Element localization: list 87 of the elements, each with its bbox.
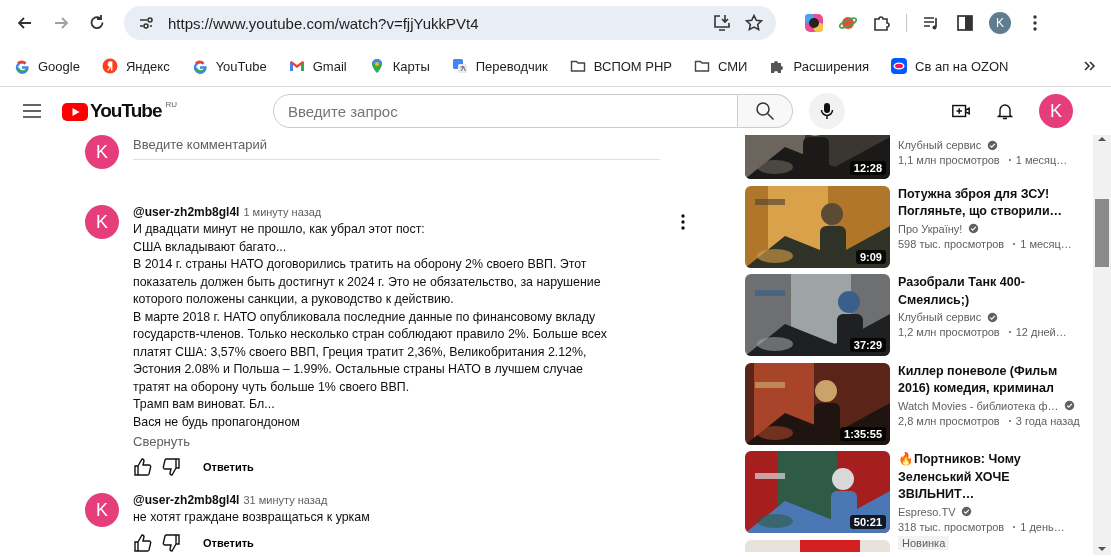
comment-text: не хотят граждане возвращаться к уркам (133, 509, 371, 526)
video-title[interactable]: Потужна зброя для ЗСУ! Погляньте, що створили… (898, 185, 1080, 221)
folder-icon (694, 58, 711, 74)
channel-name[interactable]: Клубный сервис (898, 311, 982, 323)
upload-age: 3 года назад (1015, 414, 1080, 427)
bookmark[interactable]: Переводчик (451, 56, 548, 76)
bookmark-label: Карты (392, 58, 430, 74)
color-wheel-icon[interactable] (804, 13, 824, 33)
bell-icon[interactable] (995, 101, 1015, 121)
upload-age: 12 дней… (1015, 326, 1067, 338)
channel-name[interactable]: Клубный сервис (898, 139, 982, 151)
bookmark-label: Яндекс (125, 58, 170, 74)
search-button[interactable] (738, 94, 793, 128)
bookmark-label: Переводчик (475, 58, 548, 74)
google-icon (191, 58, 208, 74)
bookmark[interactable]: Gmail (288, 56, 347, 76)
bookmark-label: Gmail (312, 58, 347, 74)
dislike-icon[interactable] (161, 457, 181, 477)
bookmark-label: ВСПОМ PHP (593, 58, 673, 74)
translate-icon (451, 58, 468, 74)
reply-button[interactable]: Ответить (203, 534, 254, 551)
address-bar[interactable]: https://www.youtube.com/watch?v=fjjYukkPVt4 (124, 6, 776, 40)
bookmark-label: Св ап на OZON (915, 58, 1009, 74)
video-duration: 50:21 (849, 515, 886, 529)
side-panel-icon[interactable] (955, 13, 975, 33)
search-field[interactable]: Введите запрос (273, 94, 738, 128)
comment-author[interactable]: @user-zh2mb8gl4l (133, 205, 240, 219)
view-count: 1,2 млн просмотров (898, 326, 1000, 338)
like-icon[interactable] (133, 457, 153, 477)
bookmark-label: СМИ (718, 58, 748, 74)
view-count: 2,8 млн просмотров (898, 414, 1000, 427)
bookmark[interactable]: Google (14, 56, 80, 76)
video-title[interactable]: Разобрали Танк 400-Смеялись;) (898, 274, 1080, 309)
bookmark[interactable]: ВСПОМ PHP (569, 56, 673, 76)
chevron-icon[interactable] (1083, 59, 1097, 73)
account-avatar[interactable]: K (1039, 94, 1073, 128)
extensions-icon[interactable] (872, 13, 892, 33)
bookmark-label: Google (38, 58, 80, 74)
bookmark-label: YouTube (215, 58, 267, 74)
channel-name[interactable]: Про Україну! (898, 222, 963, 235)
yandex-icon (101, 58, 118, 74)
view-count: 1,1 млн просмотров (898, 154, 1000, 166)
region-label: RU (165, 100, 177, 109)
view-count: 318 тыс. просмотров (898, 520, 1005, 533)
new-badge: Новинка (898, 535, 950, 550)
video-title[interactable]: Киллер поневоле (Фильм 2016) комедия, криминал (898, 362, 1080, 398)
user-avatar: K (85, 135, 119, 169)
user-avatar[interactable]: K (85, 493, 119, 527)
folder-icon (569, 58, 586, 74)
microphone-icon[interactable] (818, 102, 836, 120)
view-count: 598 тыс. просмотров (898, 237, 1005, 250)
collapse-link[interactable]: Свернуть (133, 434, 190, 449)
comment-time[interactable]: 31 минуту назад (243, 494, 328, 506)
puzzle-icon (769, 58, 786, 74)
google-icon (14, 58, 30, 74)
play-logo-icon (62, 103, 88, 121)
bookmark[interactable]: Св ап на OZON (891, 56, 1009, 76)
user-avatar[interactable]: K (85, 205, 119, 239)
video-duration: 37:29 (849, 338, 886, 352)
menu-icon[interactable] (22, 103, 42, 119)
bookmark[interactable]: Карты (368, 56, 430, 76)
reply-button[interactable]: Ответить (203, 459, 254, 475)
comment-author[interactable]: @user-zh2mb8gl4l (133, 493, 240, 507)
logo-text[interactable]: YouTube (90, 100, 162, 122)
bookmark[interactable]: Расширения (769, 56, 870, 76)
upload-age: 1 месяц… (1015, 154, 1068, 166)
comment-time[interactable]: 1 минуту назад (243, 206, 322, 218)
upload-age: 1 месяц… (1020, 237, 1072, 250)
bookmark[interactable]: YouTube (191, 56, 267, 76)
dislike-icon[interactable] (161, 532, 181, 553)
install-app-icon[interactable] (712, 13, 732, 33)
bookmark[interactable]: СМИ (694, 56, 748, 76)
profile-avatar[interactable]: K (989, 12, 1011, 34)
video-duration: 12:28 (849, 161, 886, 175)
bookmark[interactable]: Яндекс (101, 56, 170, 76)
ozon-icon (891, 58, 908, 74)
like-icon[interactable] (133, 532, 153, 553)
microphone-button[interactable] (809, 93, 845, 129)
bookmark-label: Расширения (793, 58, 870, 74)
gmail-icon (288, 58, 305, 74)
upload-age: 1 день… (1020, 520, 1065, 533)
video-title[interactable]: 🔥Портников: Чому Зеленський ХОЧЕ ЗВІЛЬНИТ… (898, 451, 1080, 504)
search-icon[interactable] (755, 101, 775, 121)
comment-text: И двадцати минут не прошло, как убрал этот пост: США вкладывают багато... В 2014 г. страны НАТО договорились тратить на оборону 2% своего ВВП. Этот показатель должен быть достигнут к 2024 г. Это не обязательство, за нарушение которого положены санкции, а руководство к действию. В марте 2018 г. НАТО опубликовала последние данные по финансовому вкладу государств-членов. Только несколько стран соблюдают правило 2%. Больше всех платят США: 3,57% своего ВВП, Греция тратит 2,36%, Великобритания 2.12%, Эстония 2.08% и Польша – 1.99%. Остальные страны НАТО в лучшем случае тратят на оборону чуть больше 1% своего ВВП. Трамп вам виноват. Бл... Вася не будь пропагондоном (133, 221, 608, 431)
channel-name[interactable]: Espreso.TV (898, 505, 956, 518)
channel-name[interactable]: Watch Movies - библиотека ф… (898, 399, 1059, 412)
bookmark-star-icon[interactable] (744, 13, 764, 33)
